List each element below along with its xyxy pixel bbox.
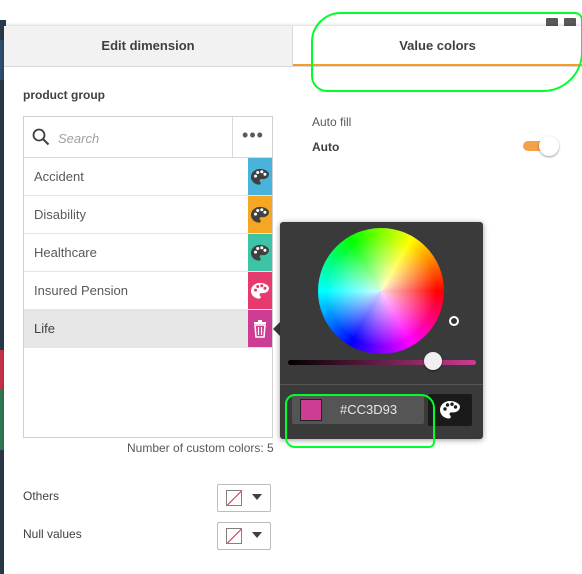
- no-color-icon: [226, 490, 242, 506]
- list-item[interactable]: Insured Pension: [24, 272, 272, 310]
- no-color-icon: [226, 528, 242, 544]
- palette-icon: [250, 244, 270, 262]
- palette-icon: [250, 206, 270, 224]
- list-item-label: Accident: [34, 169, 84, 184]
- value-rows: Accident Disability Healthcare Insured Pens…: [24, 158, 272, 348]
- auto-fill-toggle[interactable]: [521, 136, 561, 156]
- color-wheel-handle[interactable]: [449, 316, 459, 326]
- more-options-button[interactable]: •••: [232, 117, 273, 157]
- color-swatch-button[interactable]: [248, 158, 272, 195]
- brightness-slider-track[interactable]: [288, 360, 476, 365]
- list-item[interactable]: Accident: [24, 158, 272, 196]
- search-input[interactable]: [56, 127, 230, 149]
- brightness-slider-handle[interactable]: [424, 352, 442, 370]
- search-icon: [32, 128, 50, 146]
- value-list: ••• Accident Disability Healthcare Insured …: [23, 116, 273, 438]
- annotation-highlight: [311, 12, 582, 92]
- chevron-down-icon: [252, 494, 262, 500]
- list-item-label: Healthcare: [34, 245, 97, 260]
- list-item[interactable]: Life: [24, 310, 272, 348]
- delete-color-button[interactable]: [248, 310, 272, 347]
- palette-icon: [250, 168, 270, 186]
- color-wheel[interactable]: [318, 228, 459, 354]
- picker-pointer: [273, 322, 280, 336]
- auto-fill-label: Auto fill: [312, 115, 352, 129]
- others-color-dropdown[interactable]: [217, 484, 271, 512]
- color-swatch-button[interactable]: [248, 272, 272, 309]
- list-item-label: Insured Pension: [34, 283, 128, 298]
- list-item[interactable]: Healthcare: [24, 234, 272, 272]
- dimension-title: product group: [23, 88, 105, 102]
- others-label: Others: [23, 489, 60, 503]
- list-item[interactable]: Disability: [24, 196, 272, 234]
- tab-edit-dimension[interactable]: Edit dimension: [4, 26, 293, 66]
- palette-icon: [440, 401, 460, 419]
- search-row: •••: [24, 117, 272, 158]
- auto-fill-value: Auto: [312, 140, 340, 154]
- color-swatch-button[interactable]: [248, 196, 272, 233]
- null-values-label: Null values: [23, 527, 82, 541]
- palette-icon: [250, 282, 270, 300]
- properties-panel: Edit dimension Value colors product grou…: [4, 12, 582, 574]
- custom-colors-count: Number of custom colors: 5: [127, 441, 274, 455]
- list-item-label: Disability: [34, 207, 87, 222]
- trash-icon: [253, 319, 267, 338]
- annotation-highlight: [285, 394, 435, 448]
- chevron-down-icon: [252, 532, 262, 538]
- list-item-label: Life: [34, 321, 55, 336]
- null-values-color-dropdown[interactable]: [217, 522, 271, 550]
- divider: [280, 384, 483, 385]
- color-swatch-button[interactable]: [248, 234, 272, 271]
